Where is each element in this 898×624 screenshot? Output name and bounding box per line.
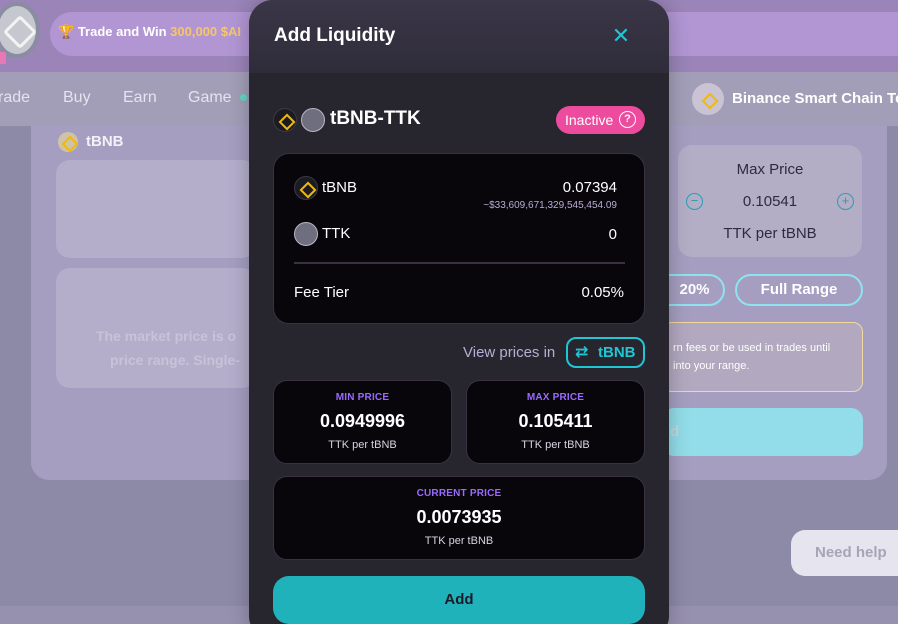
- token-usd-tbnb: ~$33,609,671,329,545,454.09: [483, 200, 617, 211]
- min-price-value: 0.0949996: [319, 411, 406, 431]
- fee-tier-value: 0.05%: [581, 284, 624, 301]
- chain-name: Binance Smart Chain Te: [732, 90, 898, 107]
- bnb-token-icon: [294, 176, 318, 200]
- increase-max-price-button[interactable]: +: [837, 193, 854, 210]
- bnb-chain-icon: [692, 83, 724, 115]
- fee-tier-label: Fee Tier: [294, 284, 350, 301]
- bg-token-label: tBNB: [56, 132, 124, 152]
- price-unit-toggle-button[interactable]: ⇄ tBNB: [566, 337, 645, 368]
- bg-max-price-unit: TTK per tBNB: [723, 225, 817, 242]
- current-price-label: CURRENT PRICE: [416, 488, 502, 499]
- bg-market-notice-text: The market price is o price range. Singl…: [96, 324, 240, 372]
- min-price-label: MIN PRICE: [335, 392, 390, 403]
- min-price-unit: TTK per tBNB: [328, 439, 397, 451]
- token-name-tbnb: tBNB: [322, 179, 358, 196]
- trophy-icon: 🏆: [58, 24, 75, 39]
- amounts-card: tBNB 0.07394 ~$33,609,671,329,545,454.09…: [273, 153, 645, 324]
- bnb-token-icon: [273, 108, 297, 132]
- range-warning-box: rn fees or be used in trades until into …: [662, 322, 863, 392]
- token-name-ttk: TTK: [322, 225, 351, 242]
- swap-icon: ⇄: [575, 344, 589, 361]
- bg-token-name: tBNB: [86, 133, 124, 150]
- nav-item-game[interactable]: Game: [188, 89, 232, 107]
- nav-item-trade[interactable]: rade: [0, 89, 30, 107]
- status-badge: Inactive ?: [556, 106, 645, 134]
- banner-logo-icon: [0, 2, 40, 58]
- promo-text[interactable]: 🏆 Trade and Win 300,000 $AI: [58, 24, 241, 40]
- ttk-token-icon: [301, 108, 325, 132]
- view-prices-label: View prices in: [463, 344, 556, 361]
- promo-text-prefix: Trade and Win: [77, 24, 171, 39]
- chain-selector[interactable]: Binance Smart Chain Te: [692, 80, 898, 118]
- price-unit-token: tBNB: [598, 344, 636, 361]
- status-badge-label: Inactive: [565, 112, 614, 128]
- ttk-token-icon: [294, 222, 318, 246]
- bg-max-price-label: Max Price: [736, 161, 804, 178]
- range-warning-line2: into your range.: [673, 360, 750, 372]
- bg-max-price-box: Max Price − 0.10541 + TTK per tBNB: [678, 145, 862, 257]
- max-price-box: MAX PRICE 0.105411 TTK per tBNB: [466, 380, 645, 464]
- bg-add-button[interactable]: d: [662, 408, 863, 456]
- max-price-value: 0.105411: [518, 411, 593, 431]
- add-liquidity-modal: Add Liquidity ✕ tBNB-TTK Inactive ? tBNB…: [249, 0, 669, 624]
- current-price-unit: TTK per tBNB: [424, 535, 494, 547]
- current-price-box: CURRENT PRICE 0.0073935 TTK per tBNB: [273, 476, 645, 560]
- need-help-button[interactable]: Need help: [791, 530, 898, 576]
- nav-item-buy[interactable]: Buy: [63, 89, 91, 107]
- min-price-box: MIN PRICE 0.0949996 TTK per tBNB: [273, 380, 452, 464]
- market-notice-line1: The market price is o: [96, 328, 237, 344]
- current-price-value: 0.0073935: [416, 507, 502, 527]
- add-button[interactable]: Add: [273, 576, 645, 624]
- bnb-token-icon: [58, 132, 78, 152]
- banner-badge: [0, 52, 6, 64]
- amounts-divider: [294, 262, 625, 264]
- bg-deposit-box: [56, 160, 256, 258]
- close-icon[interactable]: ✕: [609, 24, 633, 48]
- modal-title: Add Liquidity: [274, 25, 396, 46]
- max-price-unit: TTK per tBNB: [521, 439, 590, 451]
- range-warning-line1: rn fees or be used in trades until: [673, 342, 831, 354]
- token-amount-tbnb: 0.07394: [562, 179, 617, 196]
- question-icon[interactable]: ?: [619, 111, 636, 128]
- full-range-button[interactable]: Full Range: [735, 274, 863, 306]
- max-price-label: MAX PRICE: [526, 392, 585, 403]
- market-notice-line2: price range. Single-: [110, 352, 240, 368]
- bg-max-price-value[interactable]: 0.10541: [678, 193, 862, 210]
- promo-prize: 300,000 $AI: [170, 24, 241, 39]
- token-amount-ttk: 0: [608, 226, 617, 243]
- nav-indicator-dot: [240, 94, 247, 101]
- nav-item-earn[interactable]: Earn: [123, 89, 157, 107]
- pair-name: tBNB-TTK: [330, 108, 421, 129]
- modal-header: Add Liquidity ✕: [249, 0, 669, 73]
